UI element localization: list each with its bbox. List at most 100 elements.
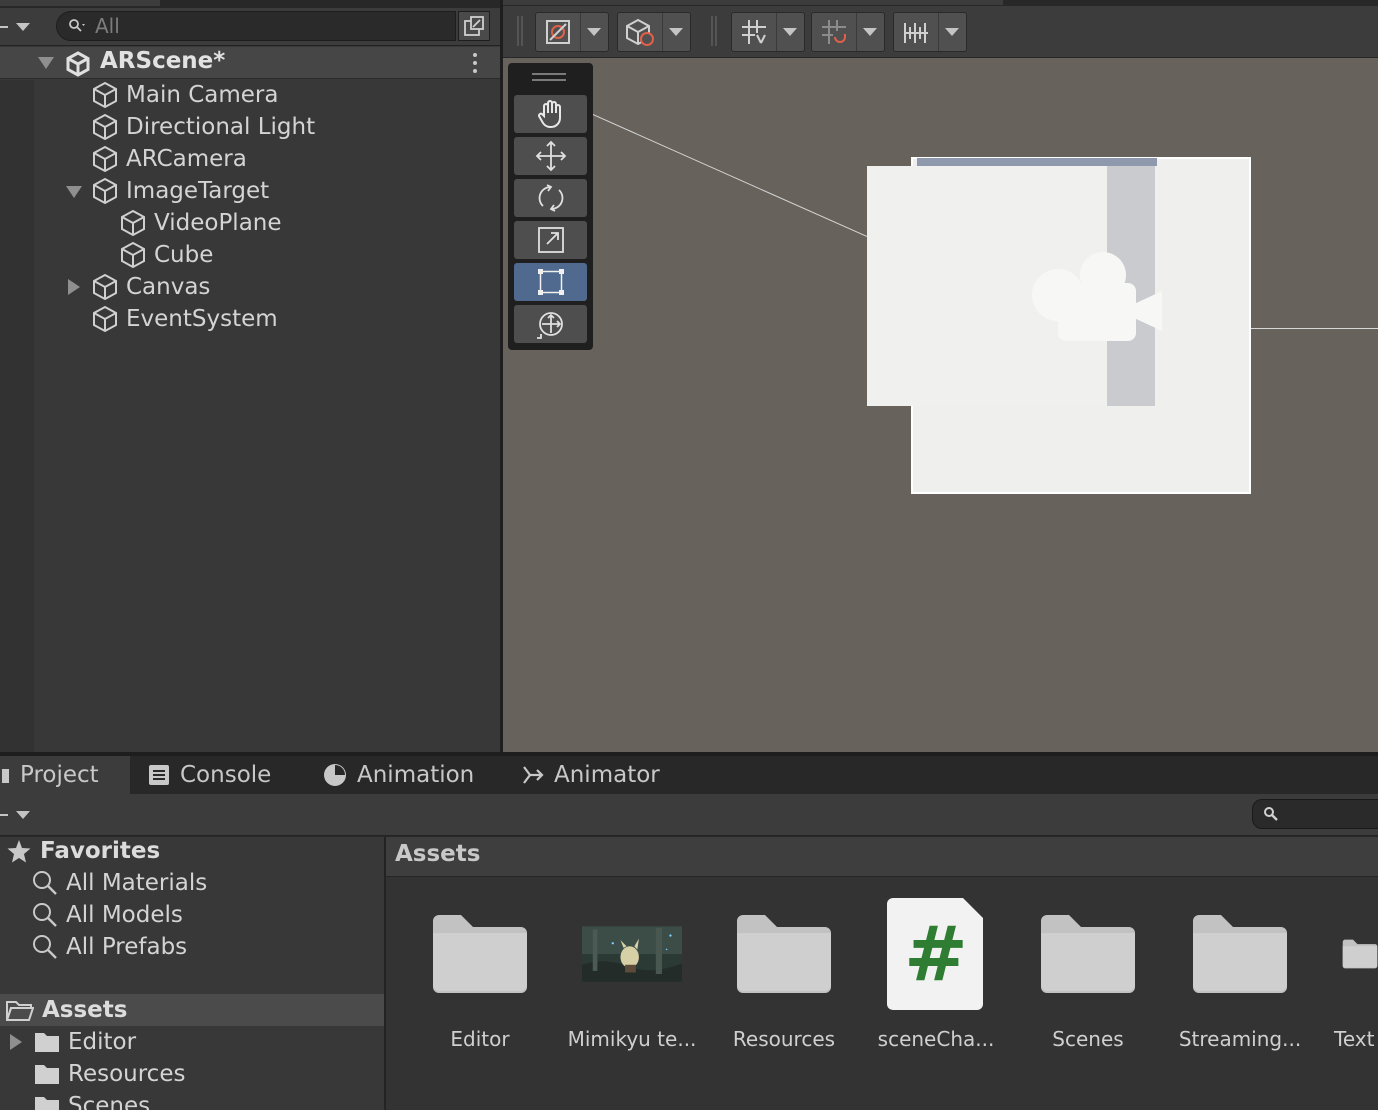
breadcrumb-assets[interactable]: Assets	[395, 841, 480, 867]
scene-header-row[interactable]: ARScene*	[0, 47, 500, 79]
asset-label: Editor	[450, 1027, 510, 1051]
tree-folder-label: Editor	[68, 1029, 137, 1055]
asset-folder-resources[interactable]: Resources	[714, 899, 854, 1059]
hierarchy-search-field[interactable]	[56, 11, 456, 41]
favorite-label: All Models	[66, 902, 183, 928]
scene-name: ARScene*	[100, 48, 226, 74]
hierarchy-item-main-camera[interactable]: Main Camera	[90, 79, 278, 111]
expand-arrow-icon[interactable]	[68, 279, 80, 295]
camera-gizmo-icon[interactable]	[1028, 245, 1164, 345]
folder-icon	[1041, 915, 1135, 993]
expand-arrow-icon[interactable]	[66, 186, 82, 198]
scene-tab[interactable]	[503, 0, 1003, 5]
move-tool-icon	[535, 140, 566, 172]
folder-icon	[2, 769, 9, 783]
tree-folder-scenes[interactable]: Scenes	[34, 1090, 150, 1110]
collapse-arrow-icon[interactable]	[38, 57, 54, 69]
scene-menu-icon[interactable]	[470, 53, 480, 73]
favorites-header[interactable]: Favorites	[6, 837, 160, 867]
asset-label: sceneCha...	[877, 1027, 995, 1051]
tab-project[interactable]: Project	[0, 756, 130, 794]
scale-tool-button[interactable]	[514, 221, 587, 259]
hierarchy-item-label: Cube	[154, 242, 214, 268]
hand-tool-button[interactable]	[514, 95, 587, 133]
asset-video-mimikyu[interactable]: Mimikyu te...	[562, 899, 702, 1059]
plus-icon	[0, 26, 8, 28]
tree-folder-editor[interactable]: Editor	[34, 1026, 136, 1058]
favorite-label: All Prefabs	[66, 934, 188, 960]
rotate-tool-icon	[538, 184, 563, 212]
favorite-label: All Materials	[66, 870, 208, 896]
draw-mode-dropdown[interactable]	[535, 12, 609, 52]
animator-icon	[523, 766, 544, 784]
asset-folder-streaming[interactable]: Streaming...	[1170, 899, 1310, 1059]
expand-arrow-icon[interactable]	[10, 1034, 22, 1050]
rect-tool-button[interactable]	[514, 263, 587, 301]
asset-folder-scenes[interactable]: Scenes	[1018, 899, 1158, 1059]
project-search-field[interactable]	[1252, 799, 1378, 829]
cube-top-face	[917, 158, 1157, 166]
gameobject-cube-icon	[93, 305, 117, 333]
search-icon	[33, 903, 57, 927]
favorite-all-materials[interactable]: All Materials	[32, 867, 207, 899]
folder-icon	[35, 1033, 59, 1052]
project-asset-grid: Assets Editor Mimikyu te... Resources # …	[386, 837, 1378, 1110]
scene-view[interactable]	[503, 0, 1378, 752]
folder-open-icon	[6, 1001, 34, 1021]
increment-snap-dropdown[interactable]	[811, 12, 885, 52]
tab-animation[interactable]: Animation	[323, 756, 474, 794]
asset-script-scenechanger[interactable]: # sceneCha...	[866, 898, 1006, 1059]
hierarchy-item-label: Main Camera	[126, 82, 279, 108]
chevron-down-icon	[16, 811, 30, 819]
favorite-all-models[interactable]: All Models	[32, 899, 183, 931]
project-create-button[interactable]	[0, 802, 40, 828]
ruler-icon	[904, 23, 928, 43]
chevron-down-icon	[782, 28, 797, 36]
tab-console[interactable]: Console	[148, 756, 271, 794]
folder-icon	[35, 1097, 59, 1110]
asset-folder-text[interactable]: Text	[1322, 899, 1378, 1059]
unity-scene-icon	[66, 51, 90, 77]
asset-folder-editor[interactable]: Editor	[410, 899, 550, 1059]
plus-icon	[0, 814, 8, 816]
hierarchy-item-arcamera[interactable]: ARCamera	[90, 143, 247, 175]
tree-folder-resources[interactable]: Resources	[34, 1058, 185, 1090]
hierarchy-panel: ARScene* Main Camera Directional Light A…	[0, 0, 500, 752]
hierarchy-tab-strip	[0, 0, 500, 8]
hierarchy-search-input[interactable]	[95, 14, 415, 38]
favorite-all-prefabs[interactable]: All Prefabs	[32, 931, 187, 963]
hierarchy-tab[interactable]	[0, 0, 160, 6]
project-search-input[interactable]	[1279, 806, 1369, 822]
draw-mode-icon	[546, 20, 570, 44]
palette-drag-handle[interactable]	[532, 73, 566, 81]
chevron-down-icon	[16, 23, 30, 31]
asset-label: Scenes	[1052, 1027, 1124, 1051]
hierarchy-toolbar	[0, 8, 500, 46]
gizmo-render-dropdown[interactable]	[617, 12, 691, 52]
ruler-dropdown[interactable]	[893, 12, 967, 52]
hierarchy-item-imagetarget[interactable]: ImageTarget	[90, 175, 269, 207]
assets-root-folder[interactable]: Assets	[6, 994, 127, 1026]
hierarchy-item-canvas[interactable]: Canvas	[90, 271, 210, 303]
open-window-icon	[464, 16, 484, 36]
toolbar-grip[interactable]	[517, 16, 523, 46]
gameobject-cube-icon	[93, 81, 117, 109]
hierarchy-open-button[interactable]	[458, 11, 490, 41]
tab-animator[interactable]: Animator	[522, 756, 660, 794]
hierarchy-item-cube[interactable]: Cube	[118, 239, 213, 271]
grid-snap-dropdown[interactable]	[731, 12, 805, 52]
hierarchy-item-directional-light[interactable]: Directional Light	[90, 111, 315, 143]
hierarchy-item-label: EventSystem	[126, 306, 278, 332]
hand-tool-icon	[537, 100, 561, 128]
chevron-down-icon	[862, 28, 877, 36]
hierarchy-item-eventsystem[interactable]: EventSystem	[90, 303, 278, 335]
rotate-tool-button[interactable]	[514, 179, 587, 217]
scene-toolbar	[503, 0, 1378, 58]
console-icon	[149, 765, 169, 785]
move-tool-button[interactable]	[514, 137, 587, 175]
transform-tool-button[interactable]	[514, 305, 587, 343]
hierarchy-item-videoplane[interactable]: VideoPlane	[118, 207, 282, 239]
hierarchy-create-button[interactable]	[0, 14, 40, 40]
asset-label: Resources	[732, 1027, 836, 1051]
toolbar-grip[interactable]	[711, 16, 717, 46]
